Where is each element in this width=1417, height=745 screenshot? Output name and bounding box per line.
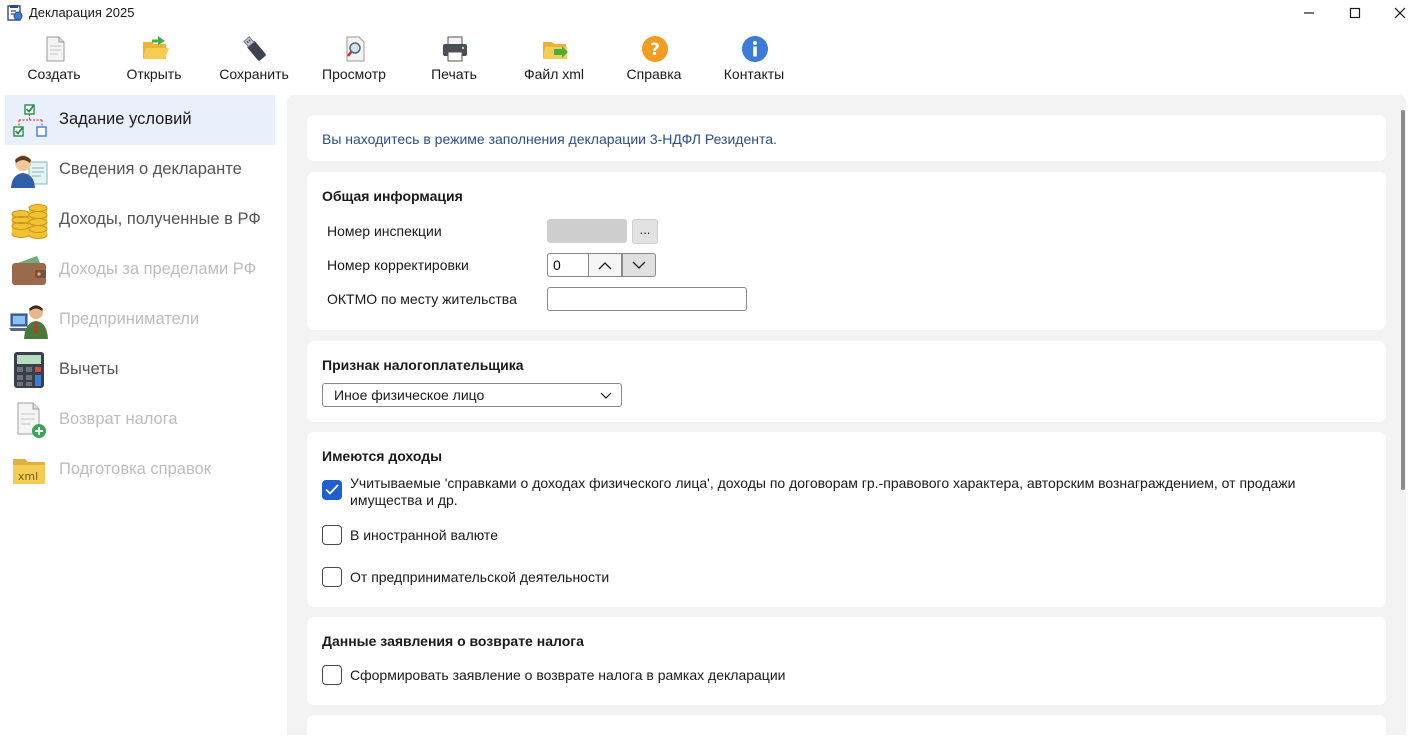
taxpayer-select[interactable]: Иное физическое лицо — [322, 383, 622, 407]
sidebar-item-label: Задание условий — [59, 110, 192, 128]
refund-application-label: Сформировать заявление о возврате налога… — [350, 667, 786, 683]
svg-text:?: ? — [650, 40, 660, 60]
document-add-icon — [17, 402, 46, 438]
refund-card: Данные заявления о возврате налога Сформ… — [307, 617, 1386, 705]
new-document-icon — [46, 36, 65, 62]
chevron-up-icon — [598, 261, 612, 269]
sidebar-item-label: Вычеты — [59, 360, 119, 378]
refund-application-checkbox[interactable] — [322, 665, 342, 685]
app-icon — [7, 5, 23, 21]
general-info-title: Общая информация — [322, 188, 463, 204]
oktmo-input[interactable] — [547, 287, 747, 311]
close-button[interactable] — [1377, 0, 1417, 26]
business-income-label: От предпринимательской деятельности — [350, 569, 610, 585]
xml-folder-icon — [543, 42, 568, 59]
coins-stack-icon — [11, 204, 48, 239]
xml-file-label: Файл xml — [523, 66, 585, 82]
foreign-currency-checkbox[interactable] — [322, 525, 342, 545]
toolbar: Создать Открыть Сохранить Просмотр Печат… — [0, 30, 1417, 90]
correction-input[interactable] — [547, 253, 589, 277]
correction-decrement-button[interactable] — [622, 253, 656, 277]
preview-button[interactable]: Просмотр — [304, 30, 404, 90]
business-income-checkbox[interactable] — [322, 567, 342, 587]
chevron-down-icon — [632, 261, 646, 269]
general-info-card: Общая информация Номер инспекции ... Ном… — [307, 172, 1386, 330]
sidebar-item-label: Возврат налога — [59, 410, 178, 428]
open-label: Открыть — [126, 66, 182, 82]
person-card-icon — [11, 155, 48, 188]
inspection-input[interactable] — [547, 219, 627, 243]
save-label: Сохранить — [219, 66, 289, 82]
main-panel: Вы находитесь в режиме заполнения деклар… — [287, 95, 1406, 745]
income-title: Имеются доходы — [322, 448, 443, 464]
info-icon — [742, 36, 768, 62]
refund-title: Данные заявления о возврате налога — [322, 633, 584, 649]
sidebar-item-label: Доходы, полученные в РФ — [59, 210, 261, 228]
help-button[interactable]: ? Справка — [604, 30, 704, 90]
businessman-computer-icon — [9, 305, 48, 339]
next-card — [307, 715, 1386, 745]
income-certificates-checkbox[interactable] — [322, 480, 342, 500]
window-title: Декларация 2025 — [29, 5, 135, 20]
svg-text:xml: xml — [18, 470, 38, 483]
preview-magnifier-icon — [346, 36, 365, 62]
help-label: Справка — [626, 66, 682, 82]
taxpayer-selected-value: Иное физическое лицо — [334, 387, 485, 403]
inspection-label: Номер инспекции — [327, 223, 442, 239]
create-label: Создать — [27, 66, 81, 82]
save-usb-icon — [243, 36, 266, 61]
open-folder-icon — [143, 36, 169, 59]
correction-increment-button[interactable] — [588, 253, 622, 277]
correction-label: Номер корректировки — [327, 257, 469, 273]
oktmo-label: ОКТМО по месту жительства — [327, 291, 517, 307]
calculator-icon — [14, 352, 44, 388]
wallet-icon — [12, 256, 46, 285]
sidebar-item-entrepreneurs[interactable]: Предприниматели — [5, 295, 275, 345]
sidebar-item-declarant[interactable]: Сведения о декларанте — [5, 145, 275, 195]
printer-icon — [443, 36, 467, 62]
chevron-down-icon — [600, 392, 612, 399]
sidebar-item-certificates[interactable]: xml Подготовка справок — [5, 445, 275, 495]
xml-file-button[interactable]: Файл xml — [504, 30, 604, 90]
mode-info-text: Вы находитесь в режиме заполнения деклар… — [322, 131, 777, 147]
create-button[interactable]: Создать — [4, 30, 104, 90]
mode-info-card: Вы находитесь в режиме заполнения деклар… — [307, 115, 1386, 161]
save-button[interactable]: Сохранить — [204, 30, 304, 90]
income-card: Имеются доходы Учитываемые 'справками о … — [307, 432, 1386, 607]
income-certificates-label: Учитываемые 'справками о доходах физичес… — [350, 475, 1296, 508]
print-label: Печать — [431, 66, 477, 82]
sidebar-item-label: Сведения о декларанте — [59, 160, 242, 178]
checkmark-icon — [325, 484, 339, 495]
open-button[interactable]: Открыть — [104, 30, 204, 90]
xml-folder-icon: xml — [13, 459, 45, 484]
sidebar-item-label: Доходы за пределами РФ — [59, 260, 257, 278]
sidebar-item-conditions[interactable]: Задание условий — [5, 95, 275, 145]
preview-label: Просмотр — [322, 66, 386, 82]
sidebar-item-deductions[interactable]: Вычеты — [5, 345, 275, 395]
sidebar-item-label: Подготовка справок — [59, 460, 211, 478]
taxpayer-card: Признак налогоплательщика Иное физическо… — [307, 341, 1386, 422]
sidebar-item-label: Предприниматели — [59, 310, 200, 328]
maximize-button[interactable] — [1332, 0, 1378, 26]
sidebar: Задание условий Сведения о декларанте До… — [0, 94, 287, 730]
minimize-icon — [1304, 12, 1314, 14]
minimize-button[interactable] — [1286, 0, 1332, 26]
foreign-currency-label: В иностранной валюте — [350, 527, 498, 543]
taxpayer-title: Признак налогоплательщика — [322, 357, 524, 373]
close-icon — [1394, 7, 1406, 19]
main-scrollbar[interactable] — [1401, 110, 1405, 490]
contacts-label: Контакты — [723, 66, 785, 82]
flowchart-checklist-icon — [13, 104, 47, 137]
title-bar: Декларация 2025 — [0, 0, 1417, 26]
sidebar-item-tax-refund[interactable]: Возврат налога — [5, 395, 275, 445]
inspection-select-button[interactable]: ... — [632, 219, 658, 244]
sidebar-item-income-rf[interactable]: Доходы, полученные в РФ — [5, 195, 275, 245]
sidebar-item-income-abroad[interactable]: Доходы за пределами РФ — [5, 245, 275, 295]
print-button[interactable]: Печать — [404, 30, 504, 90]
contacts-button[interactable]: Контакты — [704, 30, 804, 90]
maximize-icon — [1349, 7, 1361, 19]
help-icon: ? — [642, 36, 668, 62]
